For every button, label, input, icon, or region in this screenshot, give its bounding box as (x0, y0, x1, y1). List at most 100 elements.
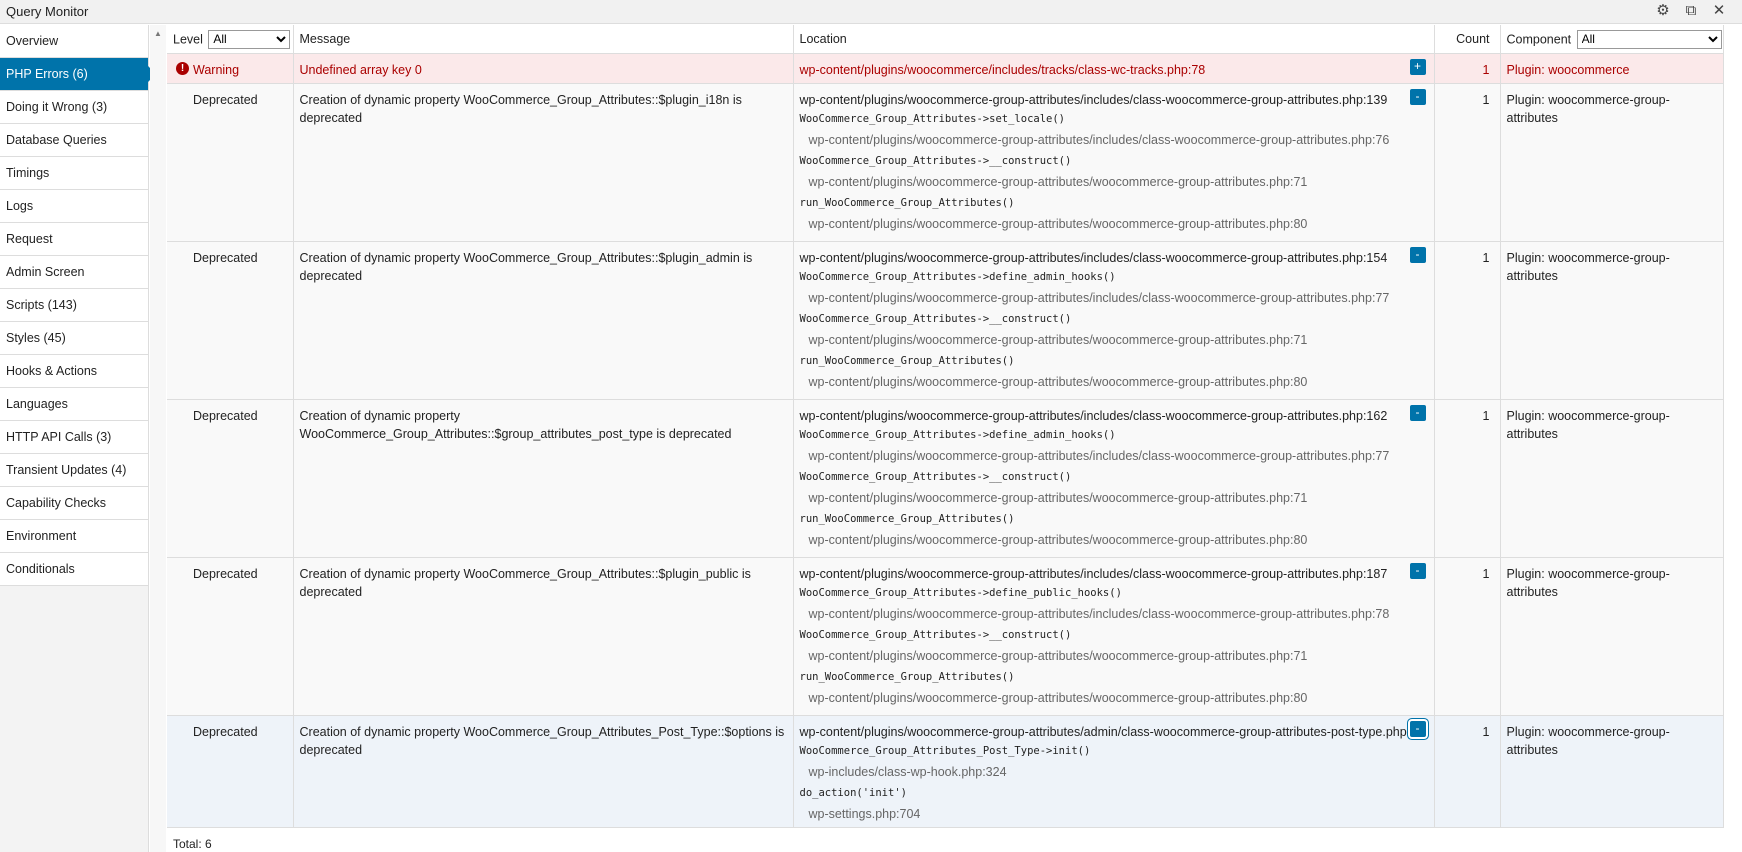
stack-file[interactable]: wp-content/plugins/woocommerce-group-att… (800, 645, 1428, 667)
nav-item-database-queries[interactable]: Database Queries (0, 124, 148, 157)
stack-function: do_action('init') (799, 787, 907, 799)
close-icon[interactable]: ✕ (1710, 2, 1728, 20)
stack-file[interactable]: wp-content/plugins/woocommerce-group-att… (800, 529, 1428, 551)
component-cell: Plugin: woocommerce-group-attributes (1500, 557, 1724, 716)
component-cell: Plugin: woocommerce-group-attributes (1500, 83, 1724, 242)
popout-icon[interactable]: ⧉ (1682, 2, 1700, 20)
stack-function: WooCommerce_Group_Attributes->__construc… (799, 471, 1072, 483)
stack-file[interactable]: wp-content/plugins/woocommerce-group-att… (800, 287, 1428, 309)
stack-file[interactable]: wp-content/plugins/woocommerce-group-att… (800, 129, 1428, 151)
nav-item-scripts[interactable]: Scripts (143) (0, 289, 148, 322)
level-cell: Deprecated (167, 715, 294, 828)
location-link[interactable]: wp-content/plugins/woocommerce-group-att… (800, 91, 1428, 109)
table-row: ! Warning Undefined array key 0 wp-conte… (167, 53, 1724, 84)
nav-item-admin-screen[interactable]: Admin Screen (0, 256, 148, 289)
component-header-label: Component (1506, 32, 1572, 46)
count-cell: 1 (1434, 715, 1501, 828)
warning-icon: ! (176, 62, 189, 75)
count-cell: 1 (1434, 53, 1501, 84)
collapse-toggle-button[interactable]: - (1409, 247, 1426, 263)
collapse-toggle-button[interactable]: - (1409, 721, 1426, 737)
nav-item-transient-updates[interactable]: Transient Updates (4) (0, 454, 148, 487)
stack-function: WooCommerce_Group_Attributes->set_locale… (799, 113, 1066, 125)
level-filter-select[interactable]: All (208, 29, 291, 49)
stack-file[interactable]: wp-content/plugins/woocommerce-group-att… (800, 171, 1428, 193)
level-cell: ! Warning (167, 53, 294, 84)
title-bar-actions: ⚙ ⧉ ✕ (1654, 2, 1728, 20)
level-text: Warning (193, 63, 240, 77)
component-header: Component All (1500, 25, 1724, 54)
stack-file[interactable]: wp-content/plugins/woocommerce-group-att… (800, 487, 1428, 509)
location-link[interactable]: wp-content/plugins/woocommerce-group-att… (800, 723, 1428, 741)
nav-item-doing-it-wrong[interactable]: Doing it Wrong (3) (0, 91, 148, 124)
expand-toggle-button[interactable]: + (1409, 59, 1426, 75)
collapse-toggle-button[interactable]: - (1409, 405, 1426, 421)
location-link[interactable]: wp-content/plugins/woocommerce-group-att… (800, 249, 1428, 267)
level-header: Level All (167, 25, 294, 54)
location-cell: wp-content/plugins/woocommerce-group-att… (793, 715, 1435, 828)
location-link[interactable]: wp-content/plugins/woocommerce/includes/… (800, 63, 1206, 77)
location-header: Location (793, 25, 1435, 54)
table-row: Deprecated Creation of dynamic property … (167, 399, 1724, 558)
nav-item-timings[interactable]: Timings (0, 157, 148, 190)
location-link[interactable]: wp-content/plugins/woocommerce-group-att… (800, 407, 1428, 425)
location-cell: wp-content/plugins/woocommerce/includes/… (793, 53, 1435, 84)
stack-file[interactable]: wp-content/plugins/woocommerce-group-att… (800, 687, 1428, 709)
message-cell: Undefined array key 0 (293, 53, 794, 84)
nav-item-capability-checks[interactable]: Capability Checks (0, 487, 148, 520)
collapse-toggle-button[interactable]: - (1409, 563, 1426, 579)
level-cell: Deprecated (167, 241, 294, 400)
nav-item-conditionals[interactable]: Conditionals (0, 553, 148, 586)
nav-item-styles[interactable]: Styles (45) (0, 322, 148, 355)
php-errors-panel: Level All Message Location Count Compone… (167, 25, 1724, 852)
stack-function: WooCommerce_Group_Attributes_Post_Type->… (799, 745, 1091, 757)
level-cell: Deprecated (167, 557, 294, 716)
nav-item-request[interactable]: Request (0, 223, 148, 256)
total-count: Total: 6 (173, 837, 212, 851)
level-cell: Deprecated (167, 83, 294, 242)
message-cell: Creation of dynamic property WooCommerce… (293, 715, 794, 828)
component-cell: Plugin: woocommerce-group-attributes (1500, 715, 1724, 828)
location-cell: wp-content/plugins/woocommerce-group-att… (793, 399, 1435, 558)
sidebar-nav: Overview PHP Errors (6) Doing it Wrong (… (0, 25, 156, 852)
stack-file[interactable]: wp-content/plugins/woocommerce-group-att… (800, 213, 1428, 235)
location-cell: wp-content/plugins/woocommerce-group-att… (793, 557, 1435, 716)
nav-item-hooks-actions[interactable]: Hooks & Actions (0, 355, 148, 388)
nav-item-php-errors[interactable]: PHP Errors (6) (0, 58, 156, 91)
stack-file[interactable]: wp-content/plugins/woocommerce-group-att… (800, 329, 1428, 351)
message-cell: Creation of dynamic property WooCommerce… (293, 83, 794, 242)
location-link[interactable]: wp-content/plugins/woocommerce-group-att… (800, 565, 1428, 583)
message-header: Message (293, 25, 794, 54)
table-header-row: Level All Message Location Count Compone… (167, 25, 1724, 54)
scroll-up-icon[interactable]: ▲ (150, 29, 166, 38)
nav-item-languages[interactable]: Languages (0, 388, 148, 421)
stack-function: WooCommerce_Group_Attributes->define_pub… (799, 587, 1122, 599)
table-row: Deprecated Creation of dynamic property … (167, 715, 1724, 828)
stack-file[interactable]: wp-content/plugins/woocommerce-group-att… (800, 371, 1428, 393)
component-cell: Plugin: woocommerce (1500, 53, 1724, 84)
stack-file[interactable]: wp-content/plugins/woocommerce-group-att… (800, 603, 1428, 625)
component-filter-select[interactable]: All (1576, 29, 1722, 49)
scrollbar[interactable]: ▲ (150, 25, 166, 852)
message-cell: Creation of dynamic property WooCommerce… (293, 557, 794, 716)
stack-function: WooCommerce_Group_Attributes->define_adm… (799, 429, 1116, 441)
count-header: Count (1434, 25, 1501, 54)
stack-file[interactable]: wp-includes/class-wp-hook.php:324 (800, 761, 1428, 783)
stack-function: run_WooCommerce_Group_Attributes() (799, 671, 1015, 683)
nav-item-logs[interactable]: Logs (0, 190, 148, 223)
gear-icon[interactable]: ⚙ (1654, 2, 1672, 20)
nav-item-overview[interactable]: Overview (0, 25, 148, 58)
stack-file[interactable]: wp-content/plugins/woocommerce-group-att… (800, 445, 1428, 467)
stack-function: WooCommerce_Group_Attributes->__construc… (799, 313, 1072, 325)
location-cell: wp-content/plugins/woocommerce-group-att… (793, 83, 1435, 242)
location-cell: wp-content/plugins/woocommerce-group-att… (793, 241, 1435, 400)
count-cell: 1 (1434, 557, 1501, 716)
nav-item-environment[interactable]: Environment (0, 520, 148, 553)
stack-file[interactable]: wp-settings.php:704 (800, 803, 1428, 825)
count-cell: 1 (1434, 241, 1501, 400)
table-row: Deprecated Creation of dynamic property … (167, 83, 1724, 242)
collapse-toggle-button[interactable]: - (1409, 89, 1426, 105)
message-cell: Creation of dynamic property WooCommerce… (293, 241, 794, 400)
component-cell: Plugin: woocommerce-group-attributes (1500, 241, 1724, 400)
nav-item-http-api-calls[interactable]: HTTP API Calls (3) (0, 421, 148, 454)
